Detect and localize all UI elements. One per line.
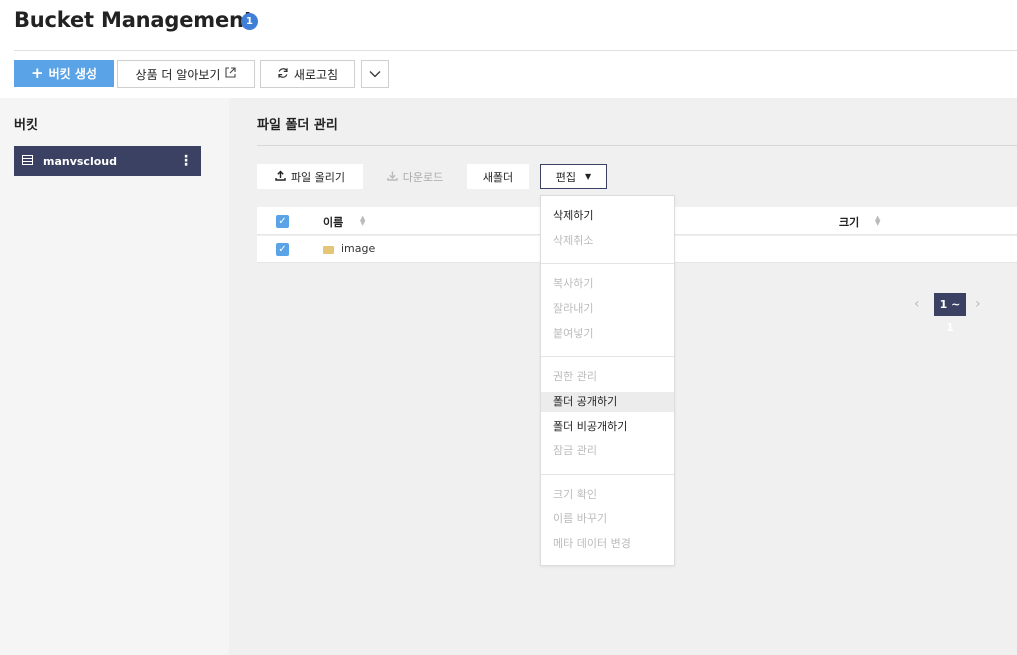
new-folder-label: 새폴더 <box>482 170 514 184</box>
column-header-name[interactable]: 이름 <box>323 214 343 230</box>
edit-label: 편집 <box>555 170 577 184</box>
menu-item-edit-metadata[interactable]: 메타 데이터 변경 <box>541 534 674 554</box>
upload-file-button[interactable]: 파일 올리기 <box>257 164 363 189</box>
menu-item-rename[interactable]: 이름 바꾸기 <box>541 509 674 529</box>
column-header-size[interactable]: 크기 <box>839 214 859 230</box>
edit-menu: 삭제하기 삭제취소 복사하기 잘라내기 붙여넣기 권한 관리 폴더 공개하기 폴… <box>540 195 675 566</box>
learn-more-button[interactable]: 상품 더 알아보기 <box>117 60 255 88</box>
sidebar-heading: 버킷 <box>14 118 38 133</box>
menu-item-copy[interactable]: 복사하기 <box>541 274 674 294</box>
create-bucket-label: 버킷 생성 <box>48 67 97 81</box>
page-title: Bucket Management <box>14 8 254 32</box>
refresh-icon <box>277 67 289 82</box>
menu-item-lock[interactable]: 잠금 관리 <box>541 441 674 461</box>
menu-item-delete[interactable]: 삭제하기 <box>541 206 674 226</box>
refresh-button[interactable]: 새로고침 <box>260 60 355 88</box>
menu-item-undo-delete[interactable]: 삭제취소 <box>541 231 674 251</box>
learn-more-label: 상품 더 알아보기 <box>135 67 221 82</box>
external-link-icon <box>225 67 237 81</box>
folder-icon <box>323 246 334 254</box>
edit-dropdown-button[interactable]: 편집 ▼ <box>540 164 607 189</box>
section-title: 파일 폴더 관리 <box>257 118 338 133</box>
refresh-label: 새로고침 <box>293 67 339 82</box>
upload-icon <box>275 170 286 184</box>
sort-icon[interactable]: ▲ ▼ <box>360 215 365 227</box>
download-button[interactable]: 다운로드 <box>370 164 460 189</box>
menu-item-check-size[interactable]: 크기 확인 <box>541 485 674 505</box>
header-divider <box>14 50 1017 51</box>
menu-item-cut[interactable]: 잘라내기 <box>541 299 674 319</box>
sort-icon[interactable]: ▲ ▼ <box>875 215 880 227</box>
download-icon <box>387 170 398 184</box>
row-checkbox[interactable]: ✓ <box>276 243 289 256</box>
menu-item-make-private[interactable]: 폴더 비공개하기 <box>541 417 674 437</box>
menu-divider <box>541 263 674 264</box>
sidebar-item-bucket[interactable]: manvscloud ⋮ <box>14 146 201 176</box>
bucket-name: manvscloud <box>43 154 117 168</box>
chevron-down-icon <box>369 67 381 81</box>
caret-down-icon: ▼ <box>585 172 592 181</box>
pagination-current[interactable]: 1 ~ 1 <box>934 293 966 334</box>
bucket-sidebar <box>0 98 229 655</box>
info-badge[interactable]: 1 <box>241 13 258 30</box>
menu-item-make-public[interactable]: 폴더 공개하기 <box>541 392 674 412</box>
chevron-left-icon[interactable]: ‹ <box>914 296 920 312</box>
new-folder-button[interactable]: 새폴더 <box>467 164 529 189</box>
menu-item-permissions[interactable]: 권한 관리 <box>541 367 674 387</box>
download-label: 다운로드 <box>402 170 444 184</box>
bucket-icon <box>22 154 33 168</box>
section-divider <box>257 145 1017 146</box>
row-name[interactable]: image <box>341 242 375 255</box>
select-all-checkbox[interactable]: ✓ <box>276 215 289 228</box>
create-bucket-button[interactable]: + 버킷 생성 <box>14 60 114 87</box>
chevron-right-icon[interactable]: › <box>975 296 981 312</box>
more-options-button[interactable] <box>361 60 389 88</box>
plus-icon: + <box>31 64 44 82</box>
menu-item-paste[interactable]: 붙여넣기 <box>541 324 674 344</box>
kebab-menu-icon[interactable]: ⋮ <box>179 153 193 169</box>
menu-divider <box>541 474 674 475</box>
upload-label: 파일 올리기 <box>290 170 346 184</box>
menu-divider <box>541 356 674 357</box>
